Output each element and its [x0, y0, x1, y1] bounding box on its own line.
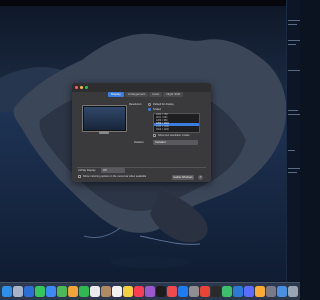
- tab-arrangement[interactable]: Arrangement: [124, 92, 149, 97]
- display-preferences-window: Display Arrangement Color Night Shift Re…: [72, 83, 211, 182]
- facetime-icon[interactable]: [78, 286, 90, 297]
- reminders-icon[interactable]: [111, 286, 123, 297]
- vscode-icon[interactable]: [232, 286, 244, 297]
- app-icon[interactable]: [265, 286, 277, 297]
- news-icon[interactable]: [166, 286, 178, 297]
- side-panel-line: [288, 110, 298, 111]
- side-panel-line: [288, 20, 300, 21]
- tab-display[interactable]: Display: [108, 92, 124, 97]
- monitor-screen: [84, 107, 125, 130]
- side-panel-line: [288, 44, 296, 45]
- gather-windows-button[interactable]: Gather Windows: [172, 175, 194, 180]
- chrome-icon[interactable]: [199, 286, 211, 297]
- resolution-list[interactable]: 1024 × 768 1152 × 864 1280 × 960 1280 × …: [153, 113, 200, 133]
- airplay-popup[interactable]: Off: [101, 168, 125, 173]
- rotation-label: Rotation:: [134, 141, 145, 144]
- low-res-label: Show low resolution modes: [158, 134, 190, 137]
- tab-color[interactable]: Color: [149, 92, 163, 97]
- low-res-checkbox[interactable]: [153, 134, 156, 137]
- resolution-item[interactable]: 1600 × 1200: [156, 129, 169, 132]
- notes-icon[interactable]: [122, 286, 134, 297]
- settings-icon[interactable]: [188, 286, 200, 297]
- side-panel-line: [288, 114, 300, 115]
- contacts-icon[interactable]: [100, 286, 112, 297]
- rotation-popup[interactable]: Standard: [153, 140, 198, 145]
- zoom-button[interactable]: [85, 86, 88, 89]
- monitor-icon: [82, 105, 127, 132]
- option-default-label: Default for display: [153, 103, 174, 106]
- mail-icon[interactable]: [45, 286, 57, 297]
- downloads-icon[interactable]: [276, 286, 288, 297]
- help-button[interactable]: ?: [198, 175, 203, 180]
- airplay-label: AirPlay Display:: [78, 169, 97, 172]
- tv-icon[interactable]: [155, 286, 167, 297]
- mirroring-checkbox[interactable]: [78, 175, 81, 178]
- side-panel-line: [288, 70, 300, 71]
- monitor-stand-icon: [99, 131, 109, 134]
- close-button[interactable]: [75, 86, 78, 89]
- side-panel-line: [288, 150, 295, 151]
- calendar-icon[interactable]: [89, 286, 101, 297]
- trash-icon[interactable]: [287, 286, 299, 297]
- mirroring-label: Show mirroring options in the menu bar w…: [83, 175, 147, 178]
- radio-default[interactable]: [148, 103, 151, 106]
- app-icon[interactable]: [254, 286, 266, 297]
- side-panel-line: [288, 40, 300, 41]
- option-scaled-label: Scaled: [153, 108, 161, 111]
- window-divider: [77, 167, 206, 168]
- dock: [0, 282, 300, 300]
- side-panel-line: [288, 168, 300, 169]
- photos-icon[interactable]: [67, 286, 79, 297]
- launchpad-icon[interactable]: [12, 286, 24, 297]
- maps-icon[interactable]: [56, 286, 68, 297]
- safari-icon[interactable]: [23, 286, 35, 297]
- terminal-icon[interactable]: [210, 286, 222, 297]
- radio-scaled[interactable]: [148, 108, 151, 111]
- music-icon[interactable]: [133, 286, 145, 297]
- podcasts-icon[interactable]: [144, 286, 156, 297]
- menu-bar: [0, 0, 300, 6]
- menu-bar-clock[interactable]: [246, 0, 286, 6]
- app-icon[interactable]: [243, 286, 255, 297]
- messages-icon[interactable]: [34, 286, 46, 297]
- tab-night-shift[interactable]: Night Shift: [163, 92, 184, 97]
- tab-bar: Display Arrangement Color Night Shift: [108, 92, 184, 98]
- minimize-button[interactable]: [80, 86, 83, 89]
- finder-icon[interactable]: [1, 286, 13, 297]
- side-panel-line: [288, 24, 297, 25]
- resolution-label: Resolution:: [129, 103, 142, 106]
- side-panel: [286, 0, 300, 282]
- activity-icon[interactable]: [221, 286, 233, 297]
- window-titlebar[interactable]: [72, 83, 211, 92]
- appstore-icon[interactable]: [177, 286, 189, 297]
- side-panel-line: [288, 172, 297, 173]
- desktop: Display Arrangement Color Night Shift Re…: [0, 0, 300, 300]
